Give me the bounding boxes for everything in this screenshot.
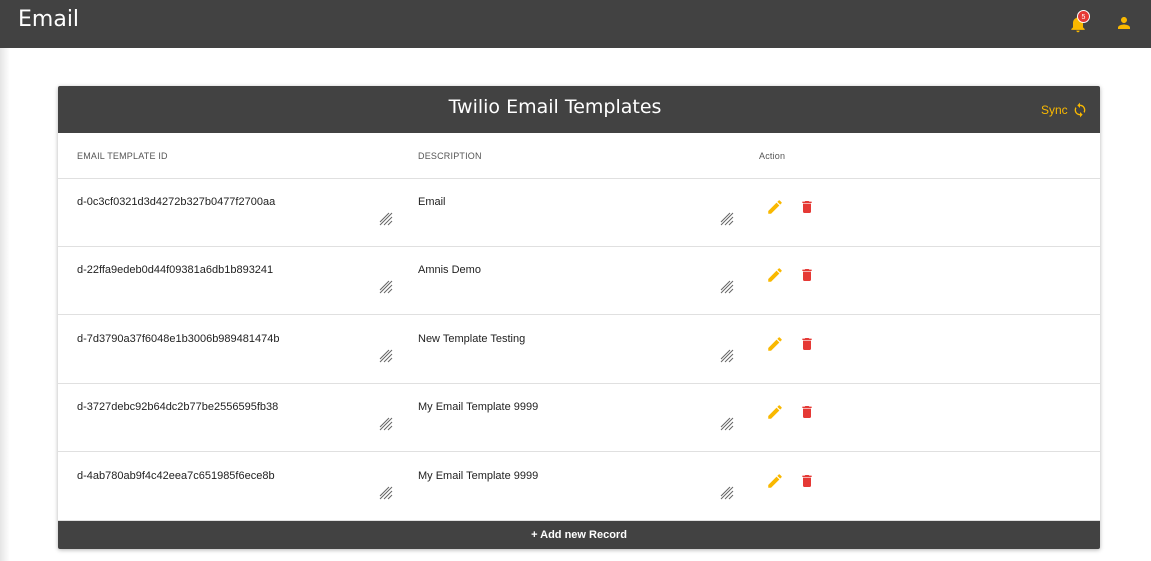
sync-label: Sync [1041,103,1068,117]
resize-grip-icon[interactable] [720,417,734,431]
sync-button[interactable]: Sync [1041,102,1088,118]
table-row: d-22ffa9edeb0d44f09381a6db1b893241 Amnis… [58,247,1100,315]
template-id-field[interactable]: d-22ffa9edeb0d44f09381a6db1b893241 [77,264,395,294]
trash-icon[interactable] [799,198,815,216]
add-record-button[interactable]: + Add new Record [58,521,1100,549]
resize-grip-icon[interactable] [720,486,734,500]
side-shadow [0,48,10,561]
description-field[interactable]: New Template Testing [418,333,736,363]
column-header-id[interactable]: EMAIL TEMPLATE ID [77,151,168,161]
template-id-field[interactable]: d-0c3cf0321d3d4272b327b0477f2700aa [77,196,395,226]
description-field[interactable]: Amnis Demo [418,264,736,294]
card-header: Twilio Email Templates Sync [58,86,1100,133]
table-row: d-0c3cf0321d3d4272b327b0477f2700aa Email [58,179,1100,247]
notification-badge: 5 [1077,10,1090,23]
resize-grip-icon[interactable] [720,280,734,294]
card-title: Twilio Email Templates [448,96,662,118]
resize-grip-icon[interactable] [720,349,734,363]
pencil-icon[interactable] [766,335,784,353]
resize-grip-icon[interactable] [720,212,734,226]
template-id-field[interactable]: d-7d3790a37f6048e1b3006b989481474b [77,333,395,363]
trash-icon[interactable] [799,266,815,284]
pencil-icon[interactable] [766,472,784,490]
template-id-field[interactable]: d-4ab780ab9f4c42eea7c651985f6ece8b [77,470,395,500]
user-icon[interactable] [1115,14,1133,32]
resize-grip-icon[interactable] [379,417,393,431]
column-header-action: Action [759,151,786,161]
trash-icon[interactable] [799,472,815,490]
pencil-icon[interactable] [766,403,784,421]
trash-icon[interactable] [799,403,815,421]
app-title: Email [18,7,80,32]
template-id-field[interactable]: d-3727debc92b64dc2b77be2556595fb38 [77,401,395,431]
resize-grip-icon[interactable] [379,486,393,500]
resize-grip-icon[interactable] [379,212,393,226]
description-field[interactable]: Email [418,196,736,226]
pencil-icon[interactable] [766,266,784,284]
app-bar: Email 5 [0,0,1151,48]
table-row: d-4ab780ab9f4c42eea7c651985f6ece8b My Em… [58,453,1100,521]
description-field[interactable]: My Email Template 9999 [418,470,736,500]
pencil-icon[interactable] [766,198,784,216]
column-header-description[interactable]: DESCRIPTION [418,151,482,161]
resize-grip-icon[interactable] [379,349,393,363]
trash-icon[interactable] [799,335,815,353]
sync-icon [1074,102,1086,118]
resize-grip-icon[interactable] [379,280,393,294]
table-row: d-7d3790a37f6048e1b3006b989481474b New T… [58,316,1100,384]
table-row: d-3727debc92b64dc2b77be2556595fb38 My Em… [58,384,1100,452]
description-field[interactable]: My Email Template 9999 [418,401,736,431]
templates-card: Twilio Email Templates Sync EMAIL TEMPLA… [58,86,1100,549]
